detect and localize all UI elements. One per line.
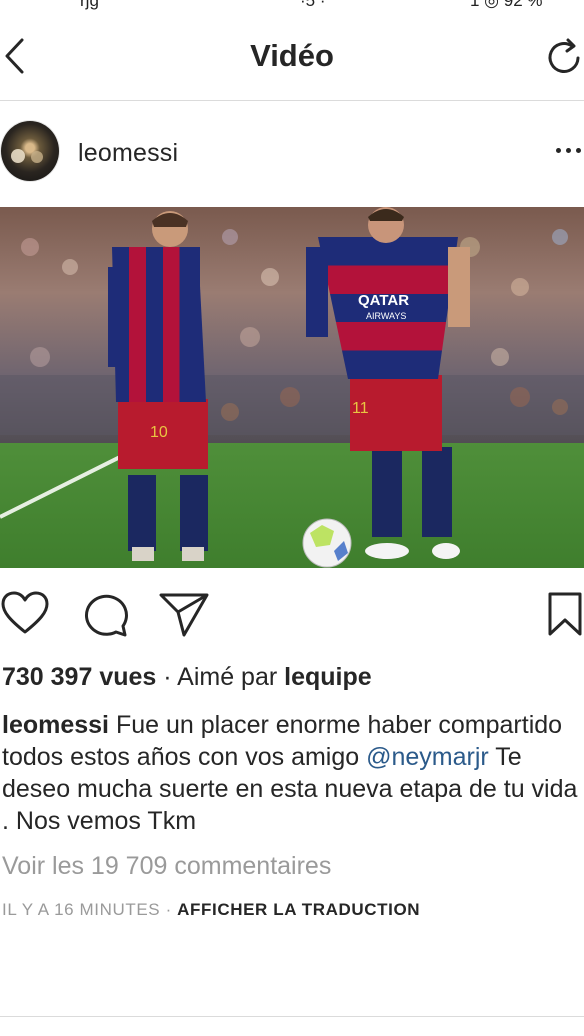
heart-icon: [1, 591, 49, 634]
messi-shorts-number: 10: [150, 424, 168, 441]
like-button[interactable]: [0, 590, 50, 643]
refresh-button[interactable]: [546, 36, 584, 80]
views-line: 730 397 vues · Aimé par lequipe: [2, 663, 372, 692]
bottom-divider: [0, 1016, 584, 1017]
bookmark-icon: [548, 592, 582, 636]
comment-button[interactable]: [80, 590, 130, 643]
post-meta: IL Y A 16 MINUTES · AFFICHER LA TRADUCTI…: [2, 900, 420, 920]
save-button[interactable]: [546, 590, 584, 643]
liked-by-prefix: Aimé par: [177, 663, 278, 691]
refresh-icon: [548, 38, 580, 73]
avatar[interactable]: [0, 120, 60, 182]
liked-by-user[interactable]: lequipe: [284, 663, 372, 691]
more-options-button[interactable]: [554, 144, 584, 158]
shirt-sponsor: QATAR: [358, 292, 409, 309]
neymar-shorts-number: 11: [352, 400, 369, 417]
view-count[interactable]: 730 397 vues: [2, 663, 156, 691]
post-actions: [0, 590, 584, 645]
post-timestamp: IL Y A 16 MINUTES: [2, 900, 161, 919]
shirt-sponsor-sub: AIRWAYS: [366, 311, 406, 321]
post-caption: leomessi Fue un placer enorme haber comp…: [2, 709, 578, 837]
football: [302, 518, 352, 568]
dot-separator: ·: [163, 663, 178, 691]
comment-icon: [85, 594, 128, 637]
dot-separator: ·: [165, 900, 178, 919]
share-icon: [159, 593, 209, 637]
status-fragment-right: 1 ◎ 92 %: [470, 0, 543, 10]
caption-mention[interactable]: @neymarjr: [366, 743, 489, 771]
view-comments-link[interactable]: Voir les 19 709 commentaires: [2, 852, 331, 881]
post-video[interactable]: 10 QATAR AIRWAYS 11: [0, 207, 584, 568]
post-username[interactable]: leomessi: [78, 139, 178, 168]
status-bar: rjg ·5 · 1 ◎ 92 %: [0, 0, 584, 10]
page-title: Vidéo: [250, 38, 334, 73]
status-fragment-clock: ·5 ·: [300, 0, 326, 10]
share-button[interactable]: [158, 590, 210, 643]
post-header: leomessi: [0, 110, 584, 200]
video-frame: 10 QATAR AIRWAYS 11: [0, 207, 584, 568]
caption-username[interactable]: leomessi: [2, 711, 109, 739]
navbar: Vidéo: [0, 14, 584, 101]
status-fragment-left: rjg: [80, 0, 99, 10]
show-translation-link[interactable]: AFFICHER LA TRADUCTION: [177, 900, 420, 919]
